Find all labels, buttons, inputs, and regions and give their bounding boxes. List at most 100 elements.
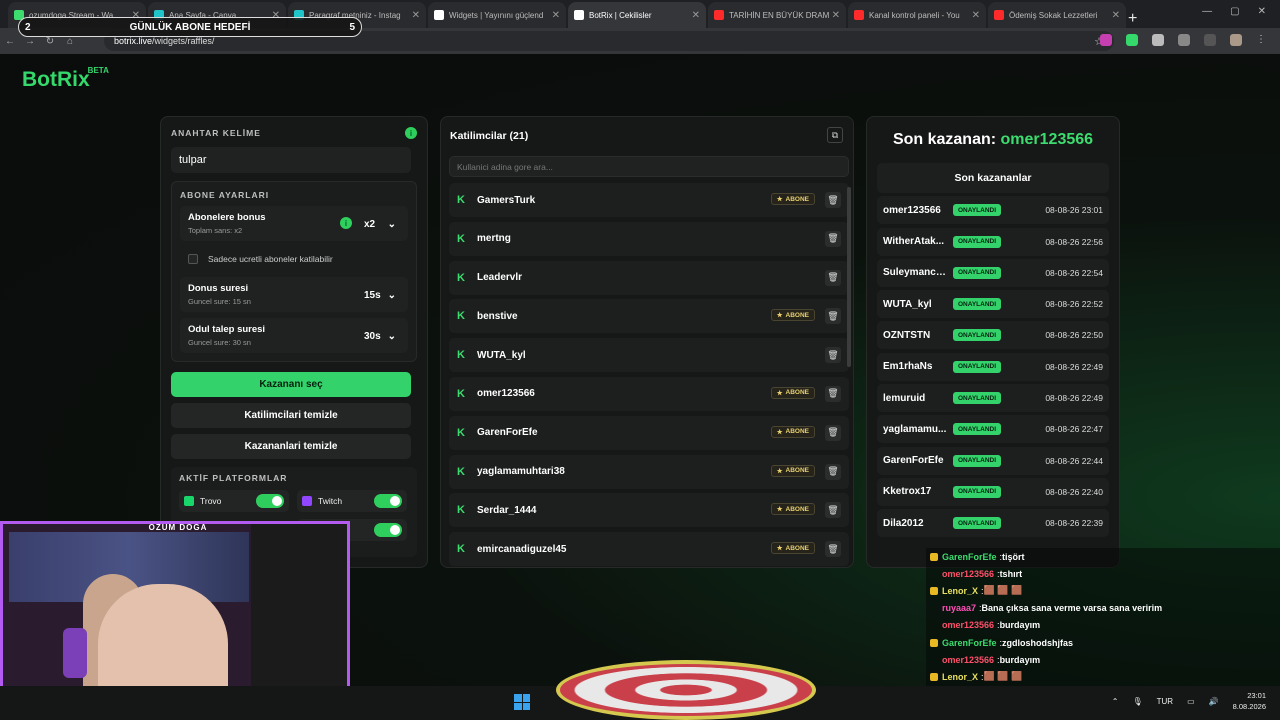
only-paid-subs-checkbox[interactable]: Sadece ucretli aboneler katilabilir — [180, 247, 408, 271]
chat-line: Lenor_X: 🟫 🟫 🟫 — [926, 582, 1280, 599]
kick-icon: K — [457, 232, 465, 245]
trash-icon[interactable]: 🗑 — [825, 424, 841, 441]
subscriber-settings-label: ABONE AYARLARI — [180, 190, 270, 200]
chat-username: Lenor_X — [942, 671, 979, 682]
subscriber-goal-bar: 2 GÜNLÜK ABONE HEDEFİ 5 — [18, 17, 362, 37]
browser-tab[interactable]: Widgets | Yayınını güçlend ✕ — [428, 2, 566, 28]
back-icon[interactable]: ← — [0, 36, 20, 47]
reload-icon[interactable]: ↻ — [40, 36, 60, 47]
winner-name: Suleymancb... — [883, 267, 949, 279]
microphone-icon[interactable]: 🎙 — [1132, 697, 1142, 706]
language-indicator[interactable]: TUR — [1157, 697, 1173, 706]
trash-icon[interactable]: 🗑 — [825, 230, 841, 247]
subscriber-settings: ABONE AYARLARI Abonelere bonus Toplam sa… — [171, 181, 417, 362]
pick-winner-button[interactable]: Kazananı seç — [171, 372, 411, 397]
clock[interactable]: 23:01 8.08.2026 — [1233, 690, 1266, 712]
bonus-select[interactable]: x2 ⌄ — [360, 215, 400, 233]
extension-icon[interactable] — [1152, 34, 1164, 46]
microphone — [63, 628, 87, 678]
chat-line: omer123566: tshırt — [926, 565, 1280, 582]
close-icon[interactable]: ✕ — [412, 10, 420, 21]
participant-search-input[interactable]: Kullanici adina gore ara... — [449, 156, 849, 177]
tab-label: Widgets | Yayınını güçlend — [449, 10, 544, 20]
puzzle-icon[interactable] — [1178, 34, 1190, 46]
trash-icon[interactable]: 🗑 — [825, 385, 841, 402]
new-tab-icon[interactable]: + — [1128, 10, 1137, 28]
platform-twitch: Twitch — [297, 490, 407, 512]
status-badge: ONAYLANDI — [953, 360, 1002, 373]
close-icon[interactable]: ✕ — [692, 10, 700, 21]
trash-icon[interactable]: 🗑 — [825, 269, 841, 286]
network-icon[interactable]: ▭ — [1187, 697, 1195, 706]
trash-icon[interactable]: 🗑 — [825, 308, 841, 325]
trash-icon[interactable]: 🗑 — [825, 463, 841, 480]
copy-icon[interactable]: ⧉ — [827, 127, 843, 143]
close-icon[interactable]: ✕ — [1112, 10, 1120, 21]
chat-username: Lenor_X — [942, 585, 979, 596]
winner-row: Em1rhaNs ONAYLANDI 08-08-26 22:49 — [877, 352, 1109, 381]
extension-icon[interactable] — [1126, 34, 1138, 46]
browser-tab[interactable]: Kanal kontrol paneli - You ✕ — [848, 2, 986, 28]
kick-icon: K — [457, 426, 465, 439]
claim-time-select[interactable]: 30s ⌄ — [360, 327, 400, 345]
sidebar-icon[interactable] — [1204, 34, 1216, 46]
maximize-icon[interactable]: ▢ — [1230, 6, 1239, 17]
participants-title: Katilimcilar (21) — [450, 130, 529, 142]
bonus-time-select[interactable]: 15s ⌄ — [360, 286, 400, 304]
trash-icon[interactable]: 🗑 — [825, 192, 841, 208]
twitch-toggle[interactable] — [374, 494, 402, 508]
star-icon: ★ — [776, 428, 783, 436]
participant-row: K GarenForEfe ★ ABONE 🗑 — [449, 415, 849, 450]
extension-icon[interactable] — [1100, 34, 1112, 46]
clear-winners-button[interactable]: Kazananlari temizle — [171, 434, 411, 459]
volume-icon[interactable]: 🔊 — [1209, 697, 1219, 706]
platform-toggle[interactable] — [374, 523, 402, 537]
trash-icon[interactable]: 🗑 — [825, 347, 841, 364]
scrollbar[interactable] — [847, 187, 851, 367]
status-badge: ONAYLANDI — [953, 204, 1002, 217]
chevron-up-icon[interactable]: ⌃ — [1112, 697, 1119, 706]
winner-date: 08-08-26 22:49 — [1045, 393, 1103, 404]
participant-name: WUTA_kyl — [477, 349, 526, 361]
winner-row: GarenForEfe ONAYLANDI 08-08-26 22:44 — [877, 446, 1109, 475]
info-icon[interactable]: i — [340, 217, 352, 229]
kick-icon: K — [457, 349, 465, 362]
info-icon[interactable]: i — [405, 127, 417, 139]
clear-participants-button[interactable]: Katilimcilari temizle — [171, 403, 411, 428]
winner-date: 08-08-26 22:50 — [1045, 330, 1103, 341]
home-icon[interactable]: ⌂ — [60, 36, 80, 47]
winner-row: Dila2012 ONAYLANDI 08-08-26 22:39 — [877, 509, 1109, 538]
trovo-toggle[interactable] — [256, 494, 284, 508]
checkbox-icon[interactable] — [188, 254, 198, 264]
close-icon[interactable]: ✕ — [1258, 6, 1266, 17]
status-badge: ONAYLANDI — [953, 329, 1002, 342]
keyword-input[interactable]: tulpar — [171, 147, 411, 173]
menu-icon[interactable]: ⋮ — [1256, 34, 1268, 46]
chat-line: Lenor_X: 🟫 🟫 🟫 — [926, 668, 1280, 685]
keyword-label: ANAHTAR KELİME — [171, 128, 261, 138]
status-badge: ONAYLANDI — [953, 298, 1002, 311]
close-icon[interactable]: ✕ — [552, 10, 560, 21]
close-icon[interactable]: ✕ — [972, 10, 980, 21]
browser-tab[interactable]: TARİHİN EN BÜYÜK DRAM ✕ — [708, 2, 846, 28]
forward-icon[interactable]: → — [20, 36, 40, 47]
chat-username: omer123566 — [942, 620, 995, 631]
windows-start-icon[interactable] — [514, 694, 530, 710]
browser-tab[interactable]: Ödemiş Sokak Lezzetleri ✕ — [988, 2, 1126, 28]
close-icon[interactable]: ✕ — [832, 10, 840, 21]
trash-icon[interactable]: 🗑 — [825, 541, 841, 558]
botrix-logo[interactable]: BotRixBETA — [22, 66, 109, 92]
goal-current: 2 — [25, 21, 31, 33]
browser-tab[interactable]: BotRix | Cekilisler ✕ — [568, 2, 706, 28]
minimize-icon[interactable]: — — [1202, 6, 1212, 17]
star-icon: ★ — [776, 196, 783, 203]
profile-avatar[interactable] — [1230, 34, 1242, 46]
winner-date: 08-08-26 22:56 — [1045, 236, 1103, 247]
chevron-down-icon: ⌄ — [387, 289, 396, 301]
chat-badge-icon — [930, 656, 938, 664]
badge-label: ABONE — [785, 195, 809, 203]
chat-username: GarenForEfe — [942, 637, 997, 648]
trash-icon[interactable]: 🗑 — [825, 502, 841, 519]
kick-icon: K — [457, 504, 465, 517]
winner-name: lemuruid — [883, 392, 926, 404]
